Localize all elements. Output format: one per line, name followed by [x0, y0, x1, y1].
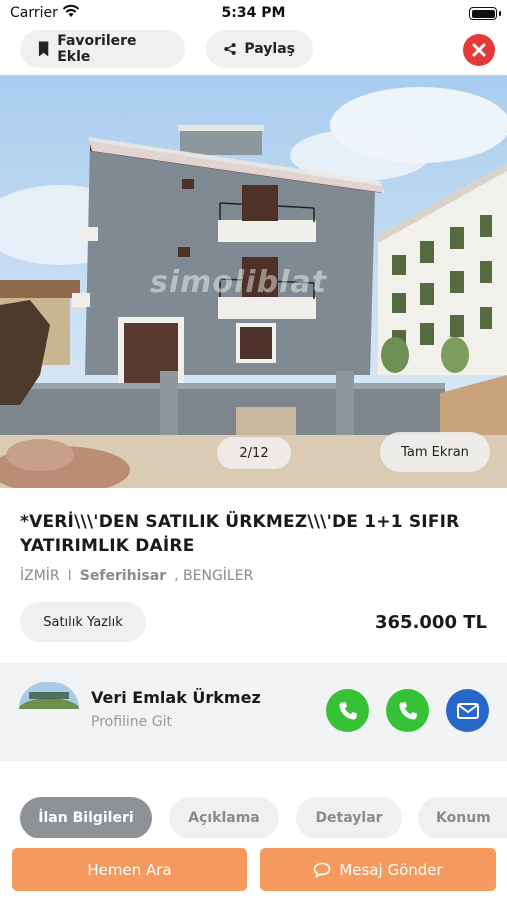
close-button[interactable]: [463, 34, 495, 66]
location-separator: I: [67, 568, 72, 584]
phone-icon: [398, 701, 417, 720]
call-now-button[interactable]: Hemen Ara: [12, 848, 247, 891]
call-button[interactable]: [326, 689, 369, 732]
battery-icon: [469, 7, 497, 20]
bookmark-icon: [38, 41, 49, 57]
chat-icon: [314, 862, 331, 878]
listing-location: İZMİR I Seferihisar , BENGİLER: [20, 568, 253, 584]
location-neighborhood: , BENGİLER: [174, 568, 254, 584]
detail-tabs: İlan Bilgileri Açıklama Detaylar Konum: [0, 797, 507, 839]
share-label: Paylaş: [244, 41, 295, 57]
agent-avatar[interactable]: [19, 682, 79, 709]
mail-icon: [456, 702, 479, 719]
call-now-label: Hemen Ara: [87, 860, 172, 879]
phone-icon: [338, 701, 357, 720]
tab-details[interactable]: Detaylar: [296, 797, 402, 839]
share-button[interactable]: Paylaş: [206, 30, 313, 68]
add-favorite-label: Favorilere Ekle: [57, 33, 137, 65]
photo-counter: 2/12: [217, 437, 291, 469]
tab-description[interactable]: Açıklama: [169, 797, 279, 839]
close-icon: [472, 43, 486, 57]
tab-listing-info[interactable]: İlan Bilgileri: [20, 797, 152, 839]
email-button[interactable]: [446, 689, 489, 732]
watermark-logo: simoliblat: [150, 265, 327, 300]
listing-price: 365.000 TL: [375, 612, 487, 633]
listing-title: *VERİ\\\'DEN SATILIK ÜRKMEZ\\\'DE 1+1 SI…: [20, 512, 460, 556]
clock: 5:34 PM: [221, 5, 286, 21]
send-message-button[interactable]: Mesaj Gönder: [260, 848, 496, 891]
location-city: İZMİR: [20, 568, 60, 584]
bottom-action-bar: Hemen Ara Mesaj Gönder: [0, 838, 507, 900]
call-button-secondary[interactable]: [386, 689, 429, 732]
send-message-label: Mesaj Gönder: [339, 860, 443, 879]
profile-link[interactable]: Profiline Git: [91, 714, 172, 730]
agent-name[interactable]: Veri Emlak Ürkmez: [91, 688, 261, 707]
fullscreen-button[interactable]: Tam Ekran: [380, 432, 490, 472]
listing-photo-gallery[interactable]: simoliblat 2/12 Tam Ekran: [0, 75, 507, 488]
status-bar: Carrier 5:34 PM: [0, 0, 507, 28]
share-icon: [224, 43, 236, 55]
add-favorite-button[interactable]: Favorilere Ekle: [20, 30, 185, 68]
location-district: Seferihisar: [79, 568, 167, 584]
top-action-bar: Favorilere Ekle Paylaş: [0, 30, 507, 70]
listing-type-badge: Satılık Yazlık: [20, 602, 146, 642]
tab-location[interactable]: Konum: [418, 797, 507, 839]
agent-card: Veri Emlak Ürkmez Profiline Git: [0, 663, 507, 761]
